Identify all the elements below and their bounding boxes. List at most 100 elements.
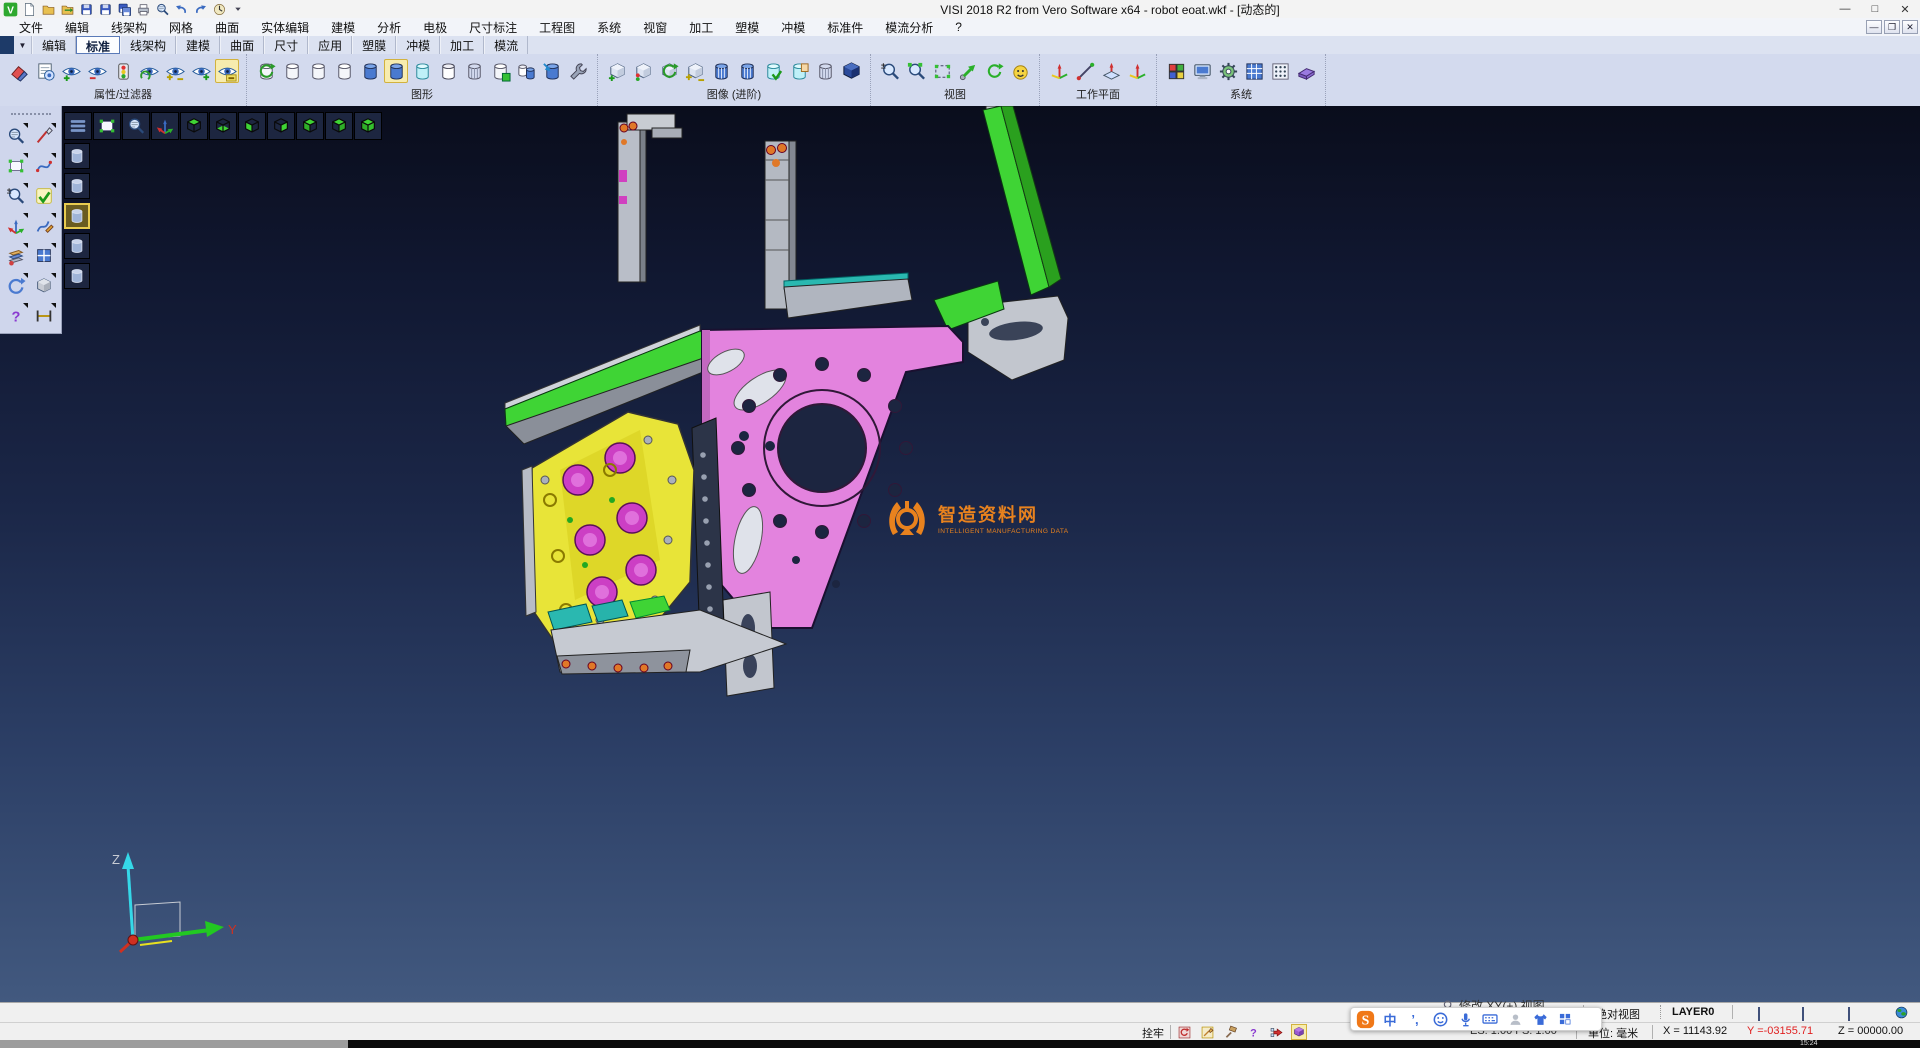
validate-solid-icon[interactable] [761,59,785,83]
menu-item-4[interactable]: 网格 [158,19,204,36]
status-field-1[interactable] [1758,1007,1760,1021]
history-icon[interactable] [211,1,227,17]
active-layer-label[interactable]: LAYER0 [1672,1006,1714,1018]
visi-logo[interactable]: V [2,1,18,17]
system-display-icon[interactable] [1190,59,1214,83]
menu-item-14[interactable]: 加工 [678,19,724,36]
shaded-style-icon[interactable] [358,59,382,83]
system-snap-icon[interactable] [1268,59,1292,83]
status-field-3[interactable] [1848,1007,1850,1021]
refresh-graphics-icon[interactable] [254,59,278,83]
render-filter-icon[interactable] [631,59,655,83]
move-ucs-icon[interactable] [3,212,29,239]
menu-item-1[interactable]: 文件 [8,19,54,36]
menu-item-19[interactable]: ? [944,20,973,34]
taskbar-app-button[interactable] [0,1040,348,1048]
system-colors-icon[interactable] [1164,59,1188,83]
ime-skin-icon[interactable] [1530,1009,1550,1029]
toolbar-grip[interactable] [11,113,51,118]
view-top-icon[interactable] [180,112,208,140]
view-back-icon[interactable] [325,112,353,140]
menu-item-3[interactable]: 线架构 [100,19,158,36]
open-project-icon[interactable] [59,1,75,17]
menu-item-18[interactable]: 模流分析 [874,19,944,36]
save-all-icon[interactable] [116,1,132,17]
display-mode-2[interactable] [64,173,90,199]
undo-icon[interactable] [173,1,189,17]
hidden-line-style-icon[interactable] [306,59,330,83]
measure-icon[interactable] [31,302,57,329]
system-material-icon[interactable] [1294,59,1318,83]
print-preview-icon[interactable] [154,1,170,17]
display-mode-1[interactable] [64,143,90,169]
layer-manager-icon[interactable] [3,242,29,269]
attribute-report-icon[interactable] [33,59,57,83]
annotate-solid-icon[interactable] [787,59,811,83]
menu-item-12[interactable]: 系统 [586,19,632,36]
view-iso-icon[interactable] [354,112,382,140]
mesh-style-icon[interactable] [462,59,486,83]
system-settings-icon[interactable] [1216,59,1240,83]
toggle-visibility-icon[interactable] [163,59,187,83]
save-as-icon[interactable] [97,1,113,17]
view-right-icon[interactable] [267,112,295,140]
export-tool-icon[interactable] [1268,1024,1284,1040]
shaded-edges-style-icon[interactable] [384,59,408,83]
recycle-tool-icon[interactable] [1176,1024,1192,1040]
filter-traffic-icon[interactable] [111,59,135,83]
tab-8[interactable]: 塑膜 [352,36,396,54]
tab-dropdown-button[interactable]: ▼ [14,36,32,54]
maximize-button[interactable]: □ [1860,0,1890,18]
doc-restore-button[interactable]: ❐ [1884,20,1900,34]
add-render-icon[interactable] [605,59,629,83]
ime-emoji-icon[interactable] [1430,1009,1450,1029]
tab-2[interactable]: 标准 [76,36,120,54]
display-mode-4[interactable] [64,233,90,259]
delete-attributes-icon[interactable] [7,59,31,83]
menu-item-15[interactable]: 塑模 [724,19,770,36]
ucs-triad-icon[interactable] [151,112,179,140]
ime-keyboard-icon[interactable] [1480,1009,1500,1029]
menu-item-5[interactable]: 曲面 [204,19,250,36]
zoom-window-icon[interactable] [904,59,928,83]
sogou-logo-icon[interactable]: S [1355,1009,1375,1029]
menu-item-8[interactable]: 分析 [366,19,412,36]
doc-minimize-button[interactable]: — [1866,20,1882,34]
viewport-3d[interactable]: Z Y ±? 智造资料网 INTELLIGENT MANUFACTURING D… [0,106,1920,1002]
selection-zoom-icon[interactable] [3,122,29,149]
view-orientation-icon[interactable] [1008,59,1032,83]
section-y-icon[interactable] [735,59,759,83]
help-tool-icon[interactable]: ? [1245,1024,1261,1040]
save-icon[interactable] [78,1,94,17]
tab-6[interactable]: 尺寸 [264,36,308,54]
status-field-2[interactable] [1802,1007,1804,1021]
regenerate-icon[interactable] [3,272,29,299]
system-grid-icon[interactable] [1242,59,1266,83]
apply-style-icon[interactable] [540,59,564,83]
print-icon[interactable] [135,1,151,17]
dynamic-zoom-icon[interactable]: ± [3,182,29,209]
style-settings-icon[interactable] [566,59,590,83]
view-left-icon[interactable] [238,112,266,140]
show-add-icon[interactable] [59,59,83,83]
transparent-style-icon[interactable] [410,59,434,83]
dashed-style-icon[interactable] [332,59,356,83]
minimize-button[interactable]: — [1830,0,1860,18]
sketch-spline-icon[interactable] [31,152,57,179]
view-front-icon[interactable] [296,112,324,140]
open-file-icon[interactable] [40,1,56,17]
tab-9[interactable]: 冲模 [396,36,440,54]
show-all-icon[interactable] [189,59,213,83]
redo-icon[interactable] [192,1,208,17]
menu-item-16[interactable]: 冲模 [770,19,816,36]
close-button[interactable]: ✕ [1890,0,1920,18]
tab-11[interactable]: 模流 [484,36,528,54]
build-tool-icon[interactable] [1222,1024,1238,1040]
wireframe-solid-icon[interactable] [813,59,837,83]
zoom-dynamic-icon[interactable] [122,112,150,140]
solid-view-icon[interactable] [839,59,863,83]
workplane-align-icon[interactable] [1073,59,1097,83]
flat-style-icon[interactable] [436,59,460,83]
tab-10[interactable]: 加工 [440,36,484,54]
workplane-grid-icon[interactable] [1125,59,1149,83]
